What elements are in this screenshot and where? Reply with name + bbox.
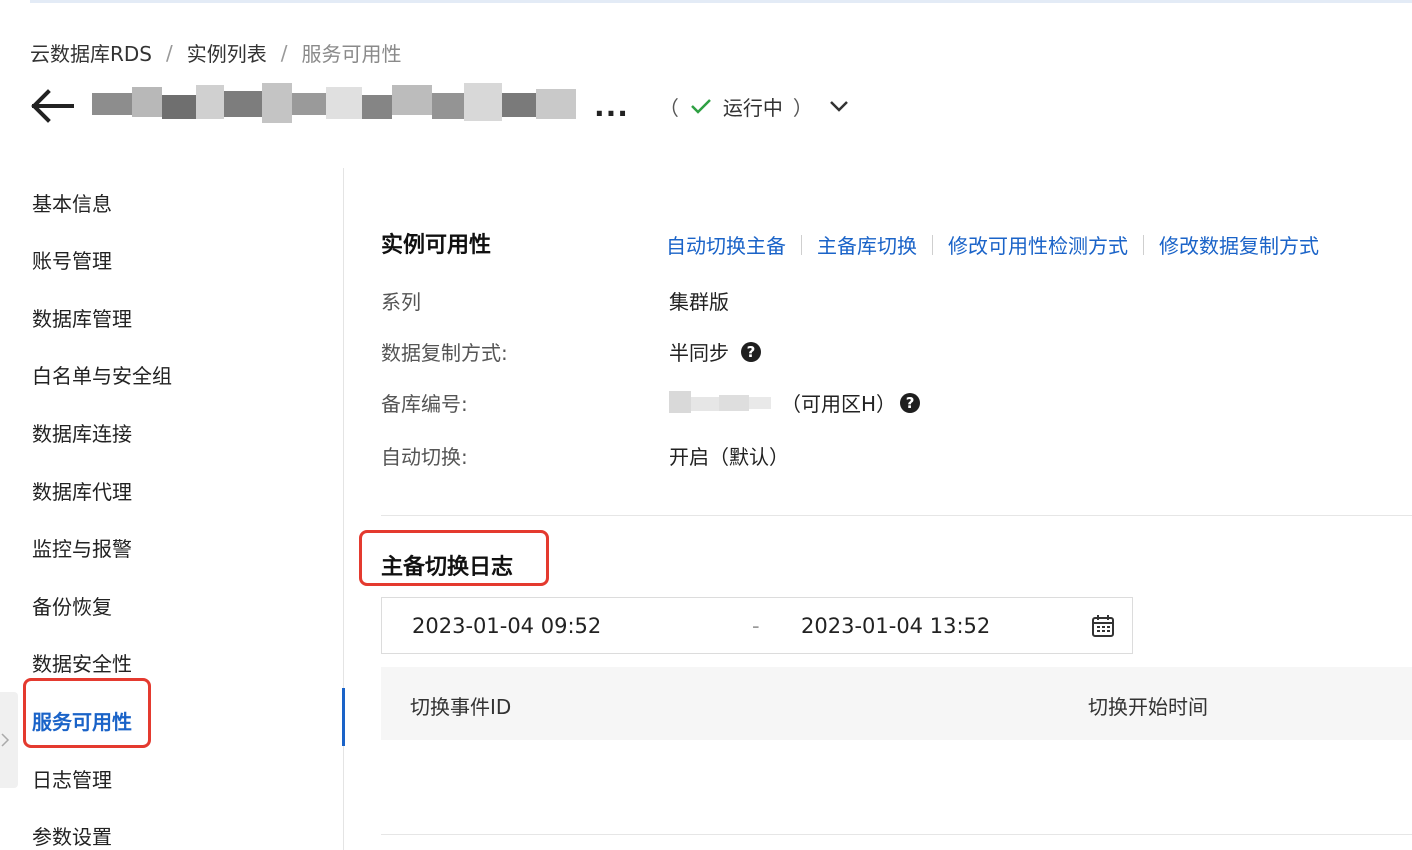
switchover-link[interactable]: 主备库切换 [817,230,917,259]
series-value-text: 集群版 [669,290,729,314]
modify-replication-link[interactable]: 修改数据复制方式 [1159,230,1319,259]
sidebar-active-indicator [342,688,345,746]
auto-switch-text: 开启（默认） [669,445,789,469]
back-arrow-icon[interactable] [28,86,76,126]
sidebar-item-whitelist[interactable]: 白名单与安全组 [32,360,172,389]
date-start[interactable]: 2023-01-04 09:52 [412,614,601,638]
section-divider [381,515,1412,516]
table-bottom-border [381,834,1412,835]
standby-id-label: 备库编号: [381,392,468,416]
sidebar-collapse-handle[interactable] [0,692,18,788]
date-end[interactable]: 2023-01-04 13:52 [801,614,990,638]
auto-switch-label: 自动切换: [381,445,468,469]
instance-header: ... （ 运行中 ） [28,78,928,134]
sidebar-item-accounts[interactable]: 账号管理 [32,245,112,274]
breadcrumb: 云数据库RDS / 实例列表 / 服务可用性 [30,38,402,67]
status-text: 运行中 [722,95,783,120]
sidebar-item-backup[interactable]: 备份恢复 [32,591,112,620]
replication-mode-label: 数据复制方式: [381,341,508,365]
column-header-event-id: 切换事件ID [410,695,512,719]
instance-name-ellipsis: ... [594,89,629,123]
help-icon[interactable]: ? [741,341,761,362]
replication-mode-text: 半同步 [669,341,729,365]
breadcrumb-item-rds[interactable]: 云数据库RDS [30,38,152,67]
breadcrumb-item-instance-list[interactable]: 实例列表 [187,38,267,67]
date-separator: - [752,613,760,638]
calendar-icon[interactable] [1090,613,1116,639]
sidebar-item-parameters[interactable]: 参数设置 [32,821,112,850]
series-label: 系列 [381,290,421,314]
replication-mode-value: 半同步 ? [669,337,761,366]
help-icon[interactable]: ? [900,392,921,413]
series-value: 集群版 [669,286,729,315]
top-border [30,0,1412,3]
instance-status: （ 运行中 ） [659,92,813,121]
switch-log-table-header: 切换事件ID 切换开始时间 [381,667,1412,740]
chevron-down-icon[interactable] [827,94,851,118]
action-divider [801,234,802,255]
sidebar-item-proxy[interactable]: 数据库代理 [32,476,132,505]
sidebar-item-data-security[interactable]: 数据安全性 [32,648,132,677]
sidebar-item-connection[interactable]: 数据库连接 [32,418,132,447]
column-header-start-time: 切换开始时间 [1088,695,1208,719]
check-icon [691,99,711,114]
breadcrumb-separator: / [280,40,288,65]
action-divider [932,234,933,255]
sidebar-item-logs[interactable]: 日志管理 [32,764,112,793]
date-range-picker[interactable]: 2023-01-04 09:52 - 2023-01-04 13:52 [381,597,1133,654]
highlight-box-switch-log [359,530,549,586]
standby-id-value: （可用区H） ? [669,388,921,417]
modify-detection-link[interactable]: 修改可用性检测方式 [948,230,1128,259]
status-paren-open: （ [658,95,679,120]
sidebar-item-monitoring[interactable]: 监控与报警 [32,533,132,562]
auto-switch-link[interactable]: 自动切换主备 [666,230,786,259]
sidebar-item-databases[interactable]: 数据库管理 [32,303,132,332]
instance-name-redacted [86,83,586,129]
availability-actions: 自动切换主备 主备库切换 修改可用性检测方式 修改数据复制方式 [666,230,1319,259]
section-title-availability: 实例可用性 [381,233,492,258]
status-paren-close: ） [792,95,813,120]
breadcrumb-item-current: 服务可用性 [301,42,402,66]
auto-switch-value: 开启（默认） [669,441,789,470]
standby-zone-text: （可用区H） [781,392,897,416]
chevron-right-icon [1,733,10,747]
breadcrumb-separator: / [166,40,173,65]
sidebar-item-basic-info[interactable]: 基本信息 [32,188,112,217]
highlight-box-sidebar [23,678,151,748]
standby-id-redacted [669,389,773,417]
action-divider [1143,234,1144,255]
